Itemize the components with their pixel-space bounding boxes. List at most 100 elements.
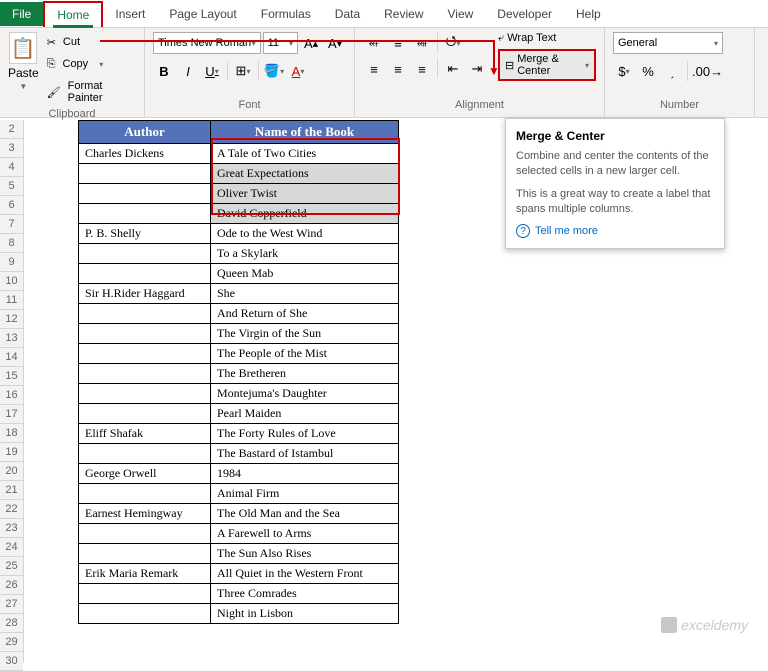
table-row[interactable]: And Return of She	[79, 304, 399, 324]
row-header[interactable]: 23	[0, 519, 23, 538]
cell-author[interactable]	[79, 324, 211, 344]
tab-file[interactable]: File	[0, 2, 43, 26]
cell-author[interactable]: Eliff Shafak	[79, 424, 211, 444]
row-header[interactable]: 14	[0, 348, 23, 367]
cell-author[interactable]	[79, 204, 211, 224]
row-header[interactable]: 12	[0, 310, 23, 329]
tab-insert[interactable]: Insert	[103, 2, 157, 26]
decrease-font-button[interactable]: A▾	[324, 32, 346, 54]
table-row[interactable]: A Farewell to Arms	[79, 524, 399, 544]
align-center-button[interactable]: ≡	[387, 58, 409, 80]
align-left-button[interactable]: ≡	[363, 58, 385, 80]
copy-button[interactable]: ⎘ Copy ▾	[43, 54, 136, 74]
font-size-select[interactable]: 11▾	[263, 32, 298, 54]
cell-book[interactable]: Great Expectations	[211, 164, 399, 184]
row-header[interactable]: 21	[0, 481, 23, 500]
cell-author[interactable]: Erik Maria Remark	[79, 564, 211, 584]
row-header[interactable]: 16	[0, 386, 23, 405]
cell-author[interactable]: Charles Dickens	[79, 144, 211, 164]
cell-book[interactable]: To a Skylark	[211, 244, 399, 264]
cell-author[interactable]	[79, 344, 211, 364]
bold-button[interactable]: B	[153, 60, 175, 82]
cell-author[interactable]	[79, 304, 211, 324]
cell-book[interactable]: She	[211, 284, 399, 304]
font-color-button[interactable]: A▾	[287, 60, 309, 82]
table-row[interactable]: Sir H.Rider HaggardShe	[79, 284, 399, 304]
cell-book[interactable]: Montejuma's Daughter	[211, 384, 399, 404]
cell-author[interactable]: Earnest Hemingway	[79, 504, 211, 524]
cell-book[interactable]: Pearl Maiden	[211, 404, 399, 424]
cell-book[interactable]: Night in Lisbon	[211, 604, 399, 624]
cell-author[interactable]	[79, 404, 211, 424]
cell-author[interactable]: P. B. Shelly	[79, 224, 211, 244]
table-row[interactable]: Night in Lisbon	[79, 604, 399, 624]
cell-book[interactable]: All Quiet in the Western Front	[211, 564, 399, 584]
cell-book[interactable]: A Tale of Two Cities	[211, 144, 399, 164]
cell-author[interactable]	[79, 364, 211, 384]
row-header[interactable]: 9	[0, 253, 23, 272]
cell-book[interactable]: Animal Firm	[211, 484, 399, 504]
orientation-button[interactable]: ⭯▾	[442, 32, 464, 54]
border-button[interactable]: ⊞ ▾	[232, 60, 254, 82]
table-row[interactable]: Animal Firm	[79, 484, 399, 504]
cell-book[interactable]: 1984	[211, 464, 399, 484]
row-header[interactable]: 8	[0, 234, 23, 253]
table-row[interactable]: The Bretheren	[79, 364, 399, 384]
row-header[interactable]: 4	[0, 158, 23, 177]
cell-book[interactable]: The Old Man and the Sea	[211, 504, 399, 524]
row-header[interactable]: 19	[0, 443, 23, 462]
row-header[interactable]: 30	[0, 652, 23, 671]
header-author[interactable]: Author	[79, 121, 211, 144]
tab-formulas[interactable]: Formulas	[249, 2, 323, 26]
align-top-button[interactable]: ⬴	[363, 32, 385, 54]
cell-book[interactable]: And Return of She	[211, 304, 399, 324]
row-header[interactable]: 29	[0, 633, 23, 652]
cut-button[interactable]: ✂ Cut	[43, 32, 136, 52]
cell-book[interactable]: The Bastard of Istambul	[211, 444, 399, 464]
row-header[interactable]: 27	[0, 595, 23, 614]
increase-indent-button[interactable]: ⇥	[466, 58, 488, 80]
cell-author[interactable]	[79, 244, 211, 264]
cell-book[interactable]: Three Comrades	[211, 584, 399, 604]
table-row[interactable]: Charles DickensA Tale of Two Cities	[79, 144, 399, 164]
paste-button[interactable]: 📋 Paste ▼	[8, 32, 39, 91]
table-row[interactable]: The Virgin of the Sun	[79, 324, 399, 344]
align-middle-button[interactable]: ≡	[387, 32, 409, 54]
cell-author[interactable]	[79, 604, 211, 624]
align-bottom-button[interactable]: ⬵	[411, 32, 433, 54]
row-header[interactable]: 15	[0, 367, 23, 386]
cell-book[interactable]: Ode to the West Wind	[211, 224, 399, 244]
table-row[interactable]: George Orwell1984	[79, 464, 399, 484]
cell-author[interactable]	[79, 584, 211, 604]
table-row[interactable]: Great Expectations	[79, 164, 399, 184]
format-painter-button[interactable]: 🖌 Format Painter	[43, 76, 136, 108]
tab-data[interactable]: Data	[323, 2, 372, 26]
table-row[interactable]: Earnest HemingwayThe Old Man and the Sea	[79, 504, 399, 524]
fill-color-button[interactable]: 🪣▾	[263, 60, 285, 82]
header-book[interactable]: Name of the Book	[211, 121, 399, 144]
align-right-button[interactable]: ≡	[411, 58, 433, 80]
cell-book[interactable]: The People of the Mist	[211, 344, 399, 364]
table-row[interactable]: The Bastard of Istambul	[79, 444, 399, 464]
tab-help[interactable]: Help	[564, 2, 613, 26]
row-header[interactable]: 6	[0, 196, 23, 215]
merge-center-button[interactable]: ⊟ Merge & Center ▾	[498, 49, 596, 81]
italic-button[interactable]: I	[177, 60, 199, 82]
table-row[interactable]: The People of the Mist	[79, 344, 399, 364]
tab-pagelayout[interactable]: Page Layout	[157, 2, 248, 26]
row-header[interactable]: 18	[0, 424, 23, 443]
increase-font-button[interactable]: A▴	[300, 32, 322, 54]
cell-book[interactable]: Oliver Twist	[211, 184, 399, 204]
wrap-text-button[interactable]: ⤶ Wrap Text	[498, 32, 596, 45]
row-header[interactable]: 10	[0, 272, 23, 291]
cell-author[interactable]	[79, 544, 211, 564]
row-header[interactable]: 24	[0, 538, 23, 557]
cell-author[interactable]	[79, 184, 211, 204]
tab-developer[interactable]: Developer	[485, 2, 564, 26]
tab-home[interactable]: Home	[43, 1, 103, 27]
increase-decimal-button[interactable]: .00→	[692, 60, 723, 82]
cell-book[interactable]: The Forty Rules of Love	[211, 424, 399, 444]
decrease-indent-button[interactable]: ⇤	[442, 58, 464, 80]
row-header[interactable]: 28	[0, 614, 23, 633]
cell-author[interactable]	[79, 384, 211, 404]
